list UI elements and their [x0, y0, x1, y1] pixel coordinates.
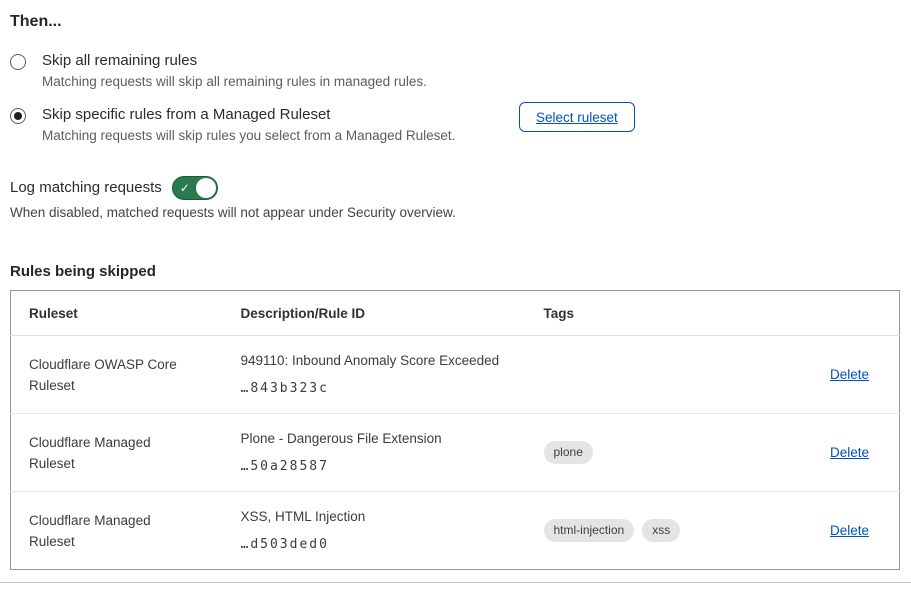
- rule-id: …843b323c: [241, 380, 516, 397]
- section-divider: [0, 582, 911, 583]
- column-header-ruleset: Ruleset: [11, 291, 223, 336]
- rules-being-skipped-title: Rules being skipped: [10, 263, 899, 281]
- ruleset-name-cell: Cloudflare Managed Ruleset: [11, 492, 223, 570]
- rules-table-body: Cloudflare OWASP Core Ruleset949110: Inb…: [11, 336, 900, 570]
- column-header-actions: [816, 291, 900, 336]
- table-row: Cloudflare Managed RulesetXSS, HTML Inje…: [11, 492, 900, 570]
- delete-rule-link[interactable]: Delete: [830, 445, 869, 460]
- action-options: Skip all remaining rules Matching reques…: [10, 52, 899, 144]
- log-matching-requests-row: Log matching requests ✓: [10, 176, 899, 200]
- delete-rule-link[interactable]: Delete: [830, 523, 869, 538]
- skip-specific-rules-description: Matching requests will skip rules you se…: [42, 127, 455, 144]
- option-skip-specific-rules: Skip specific rules from a Managed Rules…: [10, 106, 899, 144]
- rule-description-cell: XSS, HTML Injection …d503ded0: [223, 492, 526, 570]
- delete-rule-link[interactable]: Delete: [830, 367, 869, 382]
- rule-actions-cell: Delete: [816, 414, 900, 492]
- rule-description: 949110: Inbound Anomaly Score Exceeded: [241, 352, 516, 369]
- option-text: Skip all remaining rules Matching reques…: [42, 52, 427, 90]
- log-matching-requests-toggle[interactable]: ✓: [172, 176, 218, 200]
- then-section-title: Then...: [10, 12, 899, 31]
- option-skip-all-rules: Skip all remaining rules Matching reques…: [10, 52, 899, 90]
- skip-all-rules-label[interactable]: Skip all remaining rules: [42, 52, 427, 70]
- rule-description-cell: Plone - Dangerous File Extension …50a2858…: [223, 414, 526, 492]
- log-toggle-description: When disabled, matched requests will not…: [10, 204, 899, 221]
- rule-actions-cell: Delete: [816, 336, 900, 414]
- rule-actions-cell: Delete: [816, 492, 900, 570]
- table-row: Cloudflare Managed RulesetPlone - Danger…: [11, 414, 900, 492]
- toggle-knob: [196, 178, 216, 198]
- rule-description-cell: 949110: Inbound Anomaly Score Exceeded …8…: [223, 336, 526, 414]
- column-header-tags: Tags: [526, 291, 816, 336]
- check-icon: ✓: [180, 180, 190, 196]
- tag-pill: plone: [544, 441, 593, 464]
- rule-tags-cell: html-injection xss: [526, 492, 816, 570]
- rule-description: XSS, HTML Injection: [241, 508, 516, 525]
- skip-specific-rules-label[interactable]: Skip specific rules from a Managed Rules…: [42, 106, 455, 124]
- select-ruleset-button[interactable]: Select ruleset: [519, 102, 635, 132]
- ruleset-name-cell: Cloudflare OWASP Core Ruleset: [11, 336, 223, 414]
- skip-all-rules-description: Matching requests will skip all remainin…: [42, 73, 427, 90]
- skip-specific-rules-radio[interactable]: [10, 108, 26, 124]
- tag-pill: xss: [642, 519, 680, 542]
- tag-pill: html-injection: [544, 519, 635, 542]
- rule-tags-cell: [526, 336, 816, 414]
- waf-rule-form: Then... Skip all remaining rules Matchin…: [0, 0, 911, 583]
- rules-being-skipped-table: Ruleset Description/Rule ID Tags Cloudfl…: [10, 290, 900, 570]
- rule-tags-cell: plone: [526, 414, 816, 492]
- option-text: Skip specific rules from a Managed Rules…: [42, 106, 455, 144]
- rule-id: …50a28587: [241, 458, 516, 475]
- table-row: Cloudflare OWASP Core Ruleset949110: Inb…: [11, 336, 900, 414]
- column-header-description: Description/Rule ID: [223, 291, 526, 336]
- rule-id: …d503ded0: [241, 536, 516, 553]
- log-matching-requests-label: Log matching requests: [10, 179, 162, 197]
- table-header-row: Ruleset Description/Rule ID Tags: [11, 291, 900, 336]
- skip-all-rules-radio[interactable]: [10, 54, 26, 70]
- ruleset-name-cell: Cloudflare Managed Ruleset: [11, 414, 223, 492]
- rule-description: Plone - Dangerous File Extension: [241, 430, 516, 447]
